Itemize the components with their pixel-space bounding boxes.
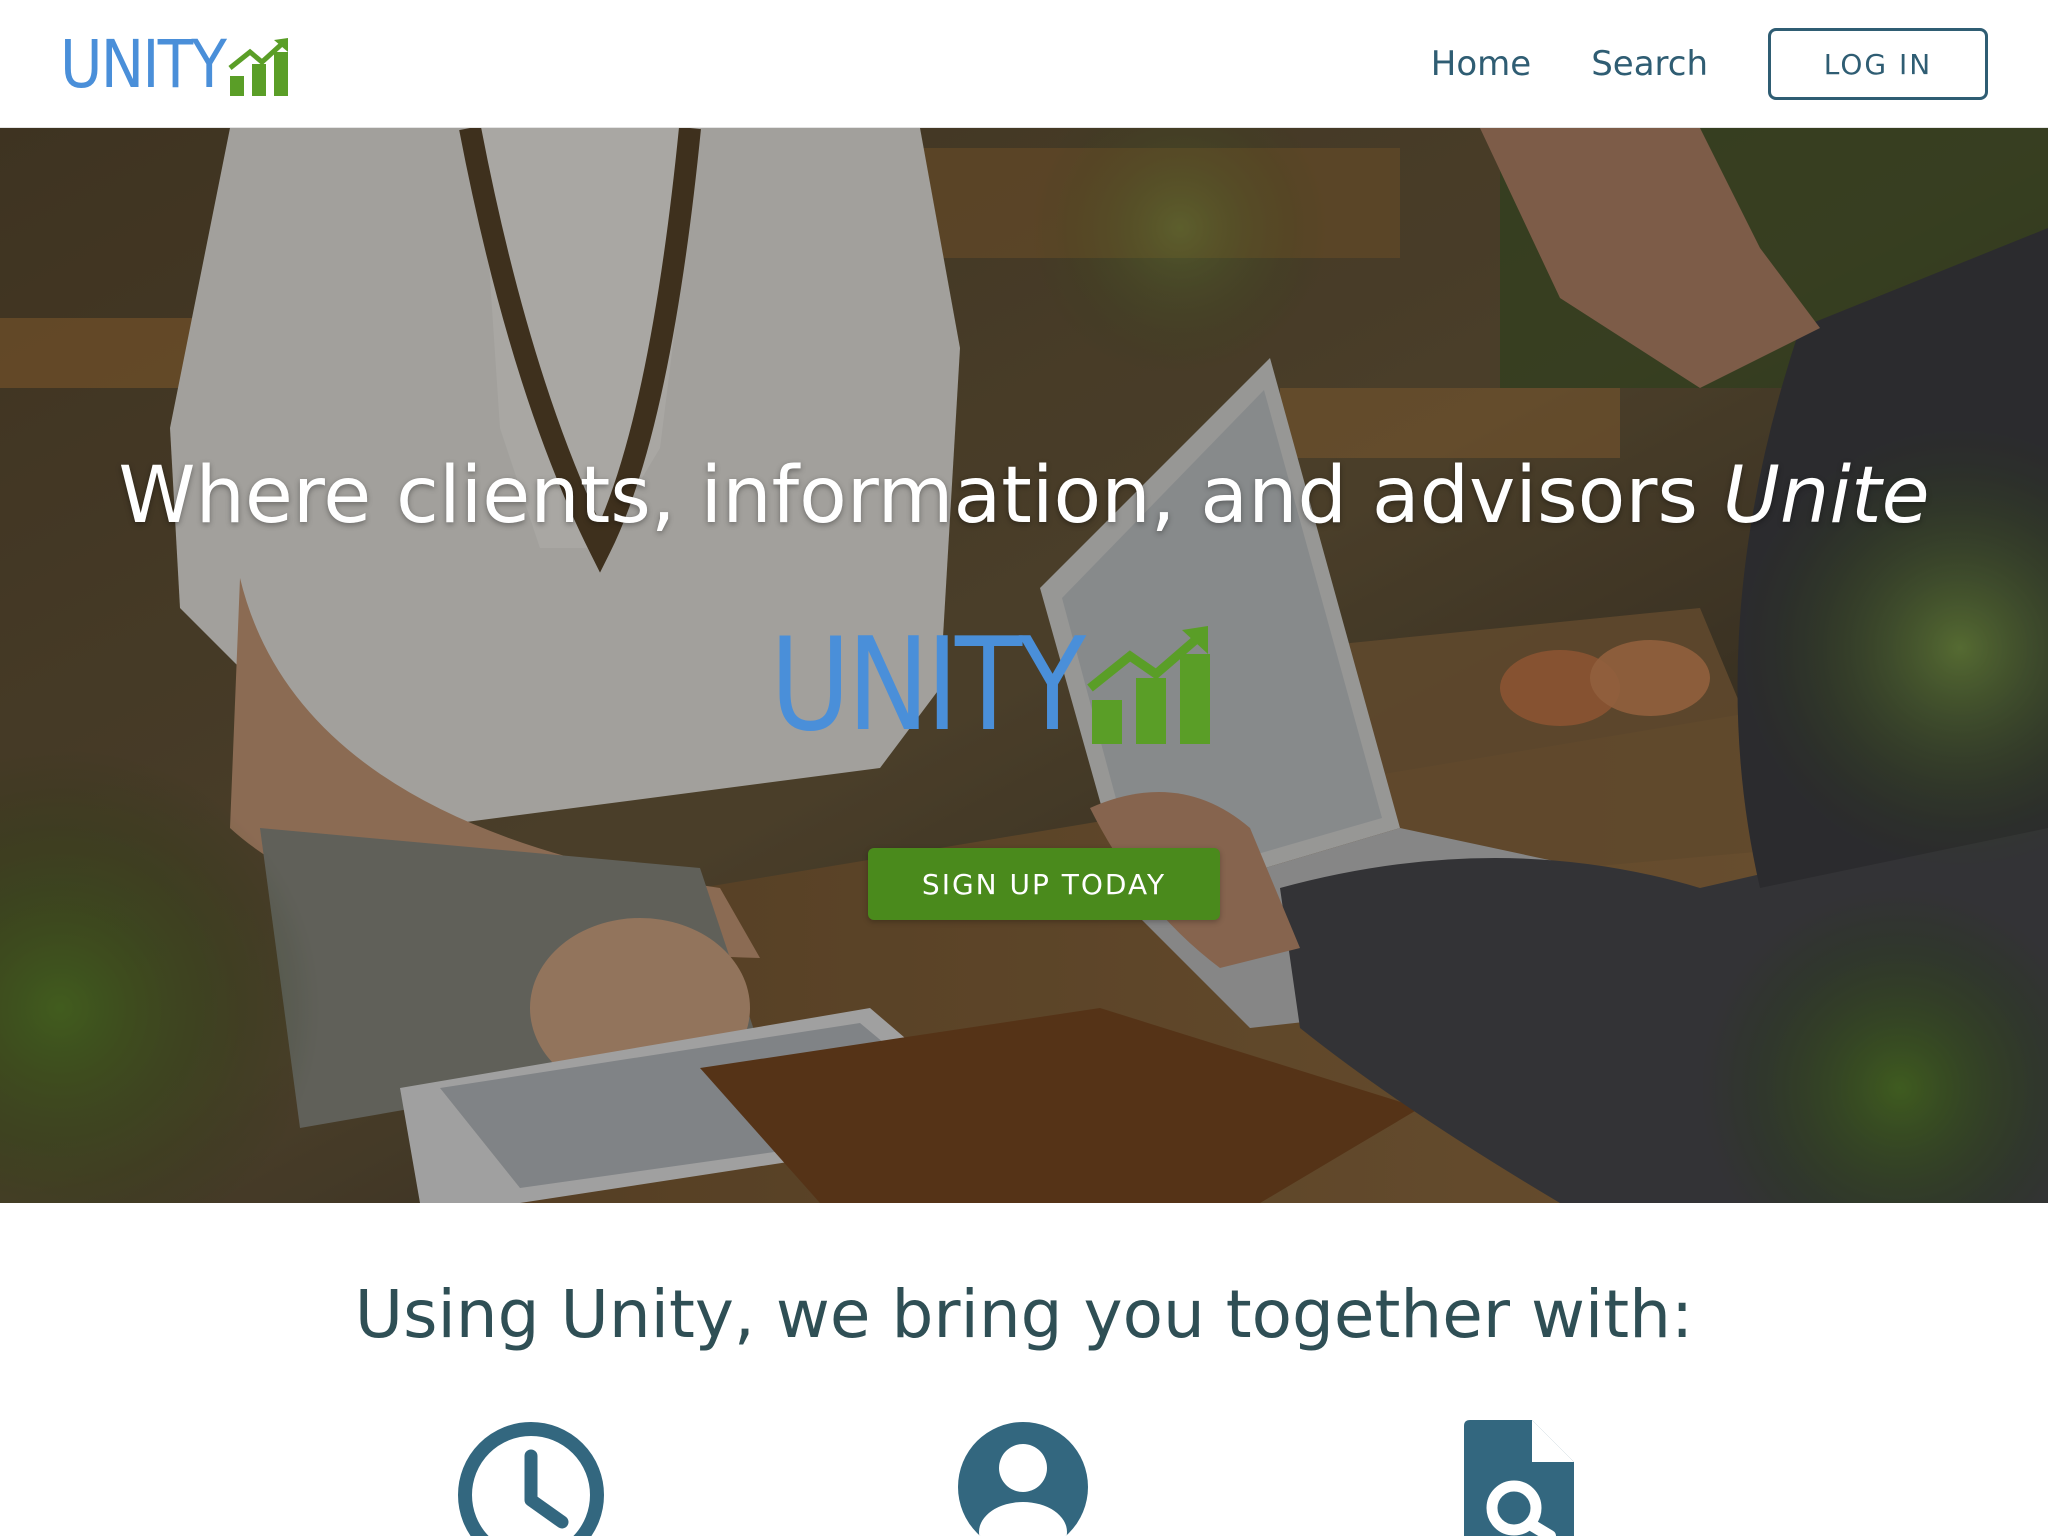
- login-button[interactable]: LOG IN: [1768, 28, 1988, 100]
- features-heading: Using Unity, we bring you together with:: [354, 1276, 1694, 1353]
- bar-chart-arrow-icon: [228, 38, 288, 96]
- hero-logo-wordmark: UNITY: [770, 611, 1086, 760]
- sign-up-button[interactable]: SIGN UP TODAY: [868, 848, 1220, 920]
- nav-link-home[interactable]: Home: [1431, 44, 1531, 84]
- hero-headline-accent: Unite: [1722, 451, 1930, 541]
- nav-links: Home Search LOG IN: [1431, 0, 2048, 128]
- unity-logo[interactable]: UNITY: [60, 26, 292, 98]
- hero-bar-chart-arrow-icon: [1086, 626, 1210, 744]
- nav-link-search[interactable]: Search: [1591, 44, 1708, 84]
- hero-unity-logo: UNITY: [770, 611, 1280, 760]
- file-search-icon: [1464, 1420, 1574, 1536]
- hero-headline: Where clients, information, and advisors…: [0, 448, 2048, 544]
- hero-section: Where clients, information, and advisors…: [0, 128, 2048, 1203]
- clock-icon: [458, 1422, 604, 1536]
- top-navbar: UNITY Home Search LOG IN: [0, 0, 2048, 128]
- hero-headline-text: Where clients, information, and advisors: [118, 451, 1723, 541]
- logo-wordmark: UNITY: [60, 26, 227, 103]
- user-circle-icon: [958, 1422, 1088, 1536]
